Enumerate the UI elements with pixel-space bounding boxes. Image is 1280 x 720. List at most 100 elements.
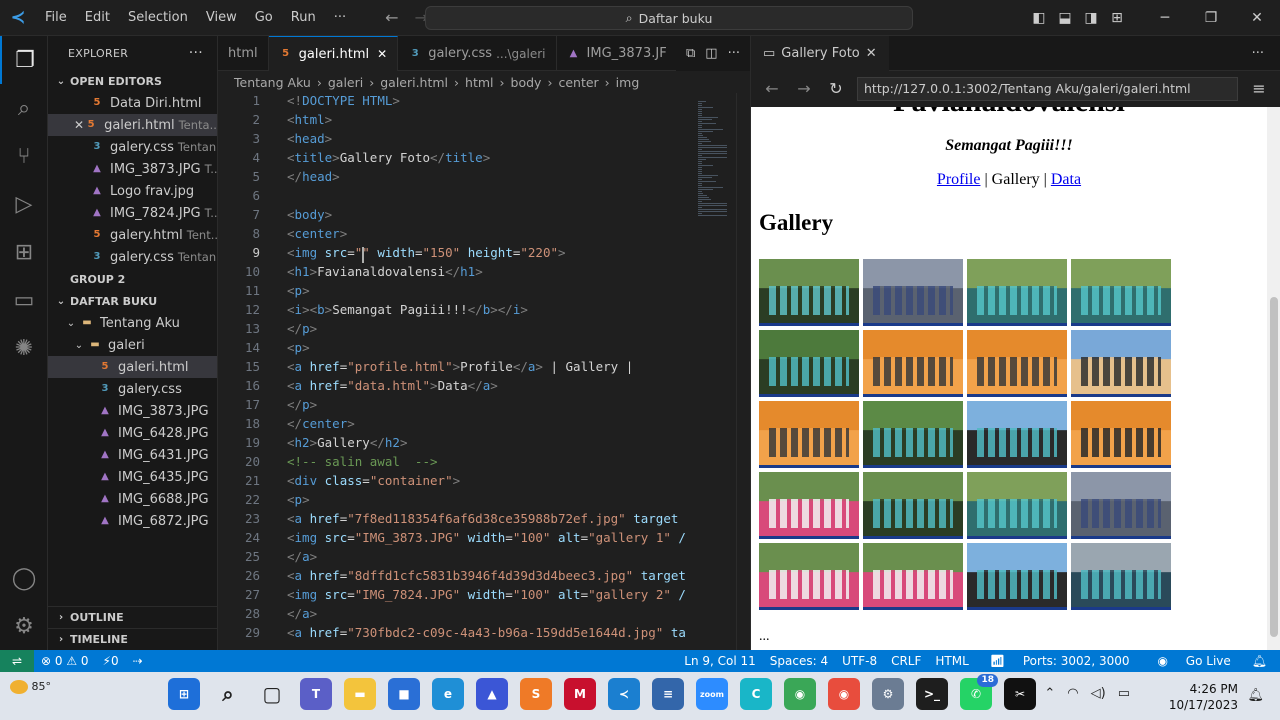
app-doc-icon[interactable]: ≡ [652,678,684,710]
volume-icon[interactable]: ◁) [1091,686,1106,701]
open-editor-item[interactable]: 3 galery.cssTentan... [48,136,217,158]
toggle-panel-icon[interactable]: ⬓ [1052,10,1078,26]
breadcrumb-item[interactable]: img [616,75,640,90]
weather-widget[interactable]: 85° [10,680,51,694]
gallery-thumbnail[interactable] [1071,401,1171,468]
forwarded-ports[interactable]: 📶︎ Ports: 3002, 3000 [976,654,1144,668]
remote-icon[interactable]: ⇌ [0,650,34,672]
gallery-thumbnail[interactable] [967,259,1067,326]
notifications-bell-icon[interactable]: 🔔︎ [1245,654,1274,668]
run-debug-icon[interactable]: ▷ [0,180,48,228]
browser-back-icon[interactable]: ← [761,79,783,98]
chrome-p-icon[interactable]: ◉ [828,678,860,710]
terminal-icon[interactable]: >_ [916,678,948,710]
gallery-thumbnail[interactable] [759,472,859,539]
tab-gallery-foto[interactable]: ▭ Gallery Foto ✕ [751,35,889,71]
manage-gear-icon[interactable]: ⚙ [0,602,48,650]
gallery-thumbnail[interactable] [759,330,859,397]
line-ending[interactable]: CRLF [884,654,928,668]
menu-go[interactable]: Go [246,0,282,36]
gallery-thumbnail[interactable] [967,401,1067,468]
gallery-thumbnail[interactable] [1071,330,1171,397]
more-actions-icon[interactable]: ··· [189,45,203,61]
daftar-buku-section[interactable]: ⌄ DAFTAR BUKU [48,290,217,312]
capcut-icon[interactable]: ✂ [1004,678,1036,710]
toggle-sidebar-icon[interactable]: ◧ [1026,10,1052,26]
gallery-thumbnail[interactable] [759,259,859,326]
command-center-search[interactable]: ⌕ Daftar buku [425,6,913,30]
menu-edit[interactable]: Edit [76,0,119,36]
edge-icon[interactable]: e [432,678,464,710]
code-area[interactable]: 1 <!DOCTYPE HTML> 2 <html> 3 <head> 4 <title>Ga… [218,93,694,650]
chrome-f-icon[interactable]: ◉ [784,678,816,710]
browser-forward-icon[interactable]: → [793,79,815,98]
notification-bell-icon[interactable]: 🔔︎ [1247,688,1264,703]
toggle-secondary-sidebar-icon[interactable]: ◨ [1078,10,1104,26]
battery-icon[interactable]: ▭ [1118,686,1130,701]
encoding[interactable]: UTF-8 [835,654,884,668]
menu-more[interactable]: ··· [325,0,355,36]
close-editor-icon[interactable]: ✕ [74,118,84,132]
wifi-icon[interactable]: ◠ [1067,686,1078,701]
remote-explorer-icon[interactable]: ▭ [0,276,48,324]
chevron-up-icon[interactable]: ⌃ [1044,686,1055,701]
canva-icon[interactable]: C [740,678,772,710]
customize-layout-icon[interactable]: ⊞ [1104,10,1130,26]
breadcrumb-item[interactable]: galeri [328,75,363,90]
indentation[interactable]: Spaces: 4 [763,654,835,668]
store-icon[interactable]: ■ [388,678,420,710]
openai-icon[interactable]: ✺ [0,324,48,372]
cursor-position[interactable]: Ln 9, Col 11 [677,654,763,668]
menu-selection[interactable]: Selection [119,0,197,36]
editor-scrollbar[interactable] [736,93,750,650]
tree-item[interactable]: ▲IMG_6873.JPG [48,532,217,534]
tree-item[interactable]: ▲ IMG_6872.JPG [48,510,217,532]
tree-item[interactable]: ▲ IMG_3873.JPG [48,400,217,422]
menu-file[interactable]: File [36,0,76,36]
close-tab-icon[interactable]: ✕ [377,47,387,61]
windows-start-icon[interactable]: ⊞ [168,678,200,710]
search-icon[interactable]: ⌕ [212,678,244,710]
gallery-thumbnail[interactable] [759,543,859,610]
open-editor-item[interactable]: ✕ 5 galeri.html Tenta... [48,114,217,136]
breadcrumb-item[interactable]: body [511,75,542,90]
gallery-thumbnail[interactable] [967,330,1067,397]
minimap[interactable] [694,93,736,650]
gallery-thumbnail[interactable] [863,259,963,326]
outline-section[interactable]: › OUTLINE [48,606,217,628]
open-editor-item[interactable]: ▲ Logo frav.jpg [48,180,217,202]
more-actions-icon[interactable]: ··· [1252,46,1280,61]
sublime-icon[interactable]: S [520,678,552,710]
open-editors-section[interactable]: ⌄ OPEN EDITORS [48,70,217,92]
gallery-thumbnail[interactable] [1071,543,1171,610]
data-link[interactable]: Data [1051,171,1081,188]
gallery-thumbnail[interactable] [1071,472,1171,539]
gallery-thumbnail[interactable] [967,543,1067,610]
source-control-icon[interactable]: ⑂ [0,132,48,180]
settings-icon[interactable]: ⚙ [872,678,904,710]
clock[interactable]: 4:26 PM 10/17/2023 [1169,681,1238,713]
ports-indicator[interactable]: ⚡0 [96,654,126,668]
folder-tentang-aku[interactable]: ⌄ ▬ Tentang Aku [48,312,217,334]
restore-icon[interactable]: ❐ [1188,10,1234,26]
back-arrow-icon[interactable]: ← [385,8,398,27]
close-window-icon[interactable]: ✕ [1234,10,1280,26]
profile-link[interactable]: Profile [937,171,981,188]
open-preview-icon[interactable]: ⧉ [686,46,695,61]
whatsapp-icon[interactable]: ✆ 18 [960,674,998,710]
extensions-icon[interactable]: ⊞ [0,228,48,276]
teams-icon[interactable]: T [300,678,332,710]
menu-view[interactable]: View [197,0,246,36]
folder-galeri[interactable]: ⌄ ▬ galeri [48,334,217,356]
gallery-thumbnail[interactable] [863,401,963,468]
tree-item[interactable]: ▲ IMG_6431.JPG [48,444,217,466]
breadcrumb-item[interactable]: html [465,75,493,90]
tree-item[interactable]: ▲ IMG_6688.JPG [48,488,217,510]
search-view-icon[interactable]: ⌕ [0,84,48,132]
gallery-thumbnail[interactable] [863,543,963,610]
tree-item[interactable]: 3 galery.css [48,378,217,400]
problems-indicator[interactable]: ⊗ 0 ⚠ 0 [34,654,96,668]
open-editor-item[interactable]: 5 galery.htmlTent... [48,224,217,246]
explorer-icon[interactable]: ❐ [0,36,48,84]
menu-run[interactable]: Run [282,0,325,36]
